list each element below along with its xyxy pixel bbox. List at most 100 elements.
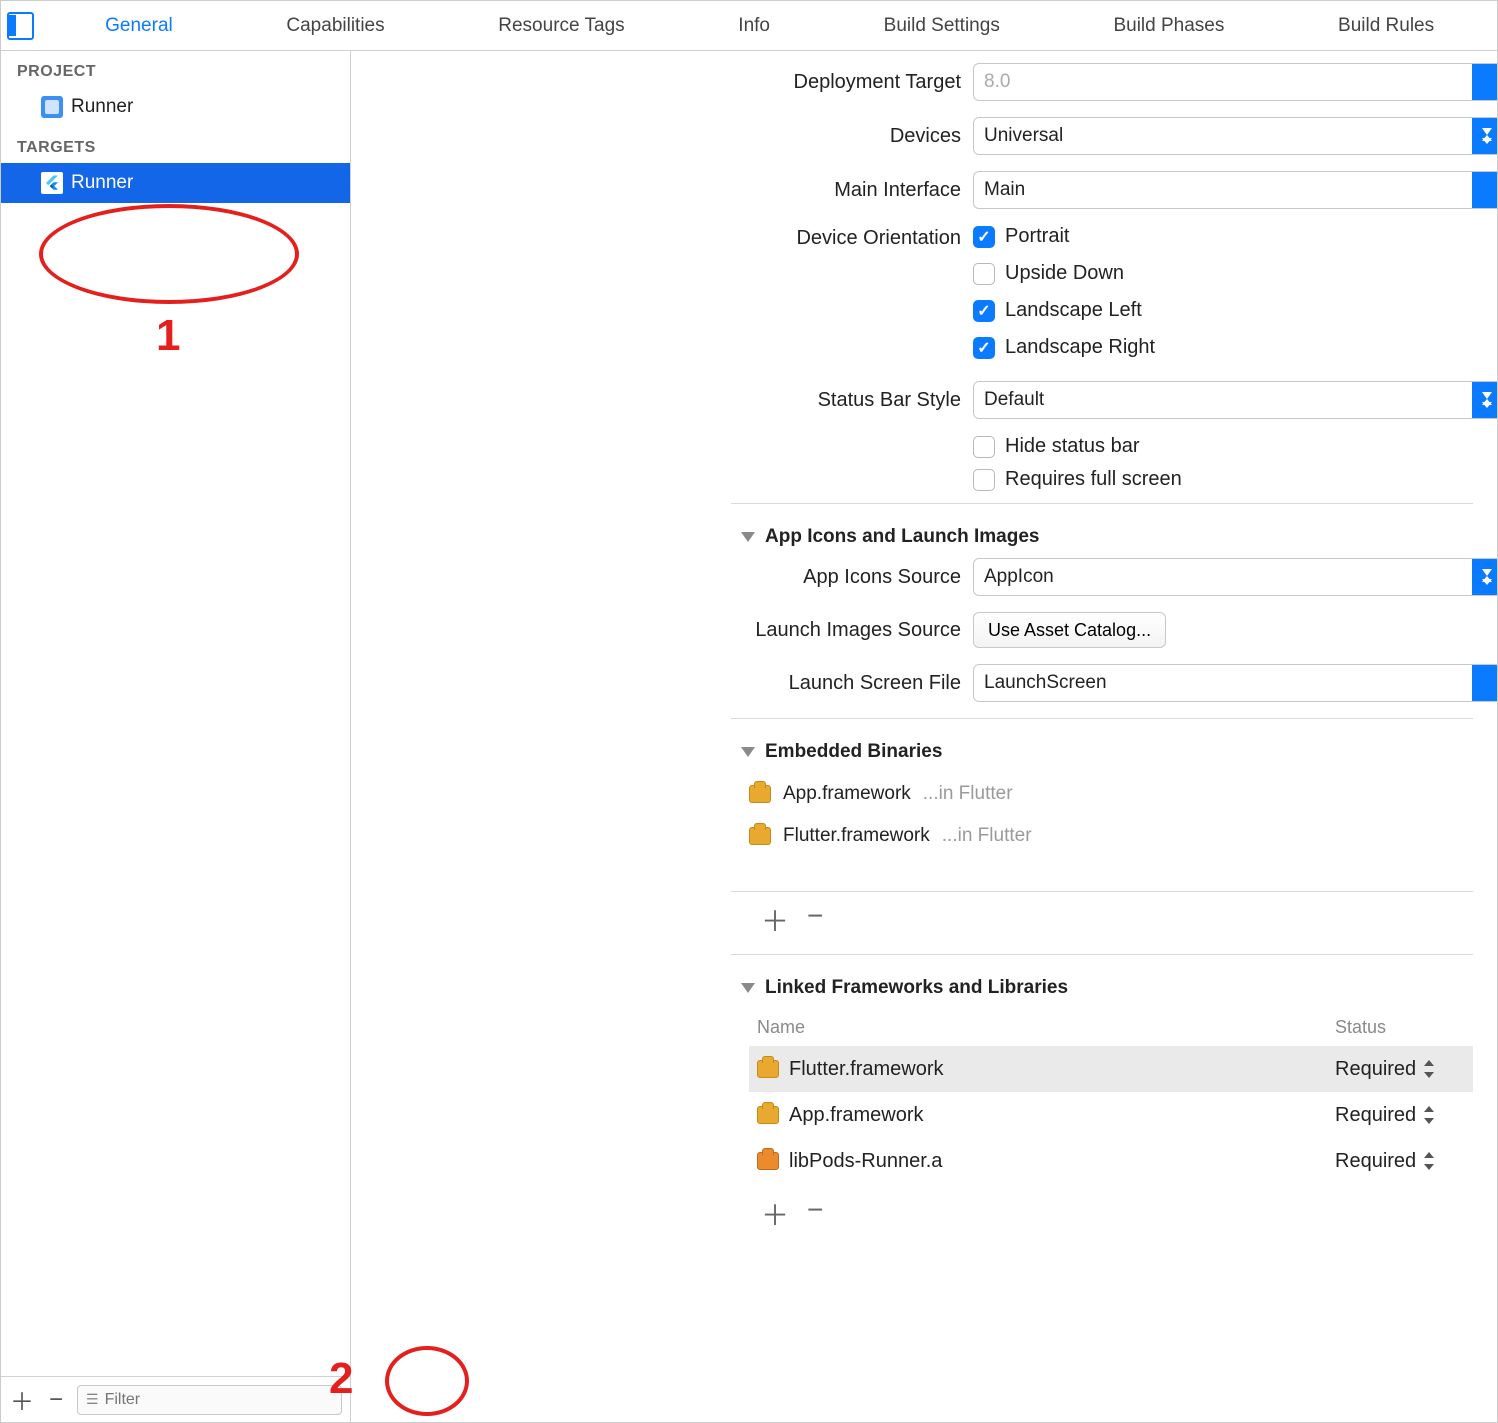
tab-capabilities[interactable]: Capabilities <box>270 1 400 51</box>
select-devices[interactable]: Universal <box>973 117 1497 155</box>
updown-icon[interactable] <box>1422 1152 1436 1170</box>
value-app-icons-source: AppIcon <box>984 566 1054 588</box>
section-title-icons: App Icons and Launch Images <box>765 526 1040 548</box>
framework-meta: ...in Flutter <box>923 783 1013 805</box>
general-settings-pane: Deployment Target 8.0 Devices Universal … <box>351 51 1497 1422</box>
status-value[interactable]: Required <box>1335 1058 1416 1081</box>
label-statusbar: Status Bar Style <box>351 389 961 412</box>
table-row[interactable]: libPods-Runner.a Required <box>749 1138 1473 1184</box>
tab-resource-tags[interactable]: Resource Tags <box>482 1 640 51</box>
framework-icon <box>749 785 771 803</box>
label-main-interface: Main Interface <box>351 179 961 202</box>
filter-input[interactable] <box>105 1391 333 1409</box>
sidebar-target-runner[interactable]: Runner <box>1 163 350 203</box>
label-hide-status: Hide status bar <box>1005 435 1140 458</box>
tab-info[interactable]: Info <box>722 1 786 51</box>
add-embedded-button[interactable]: ＋ <box>761 900 789 940</box>
table-row[interactable]: App.framework Required <box>749 1092 1473 1138</box>
field-main-interface[interactable]: Main <box>973 171 1497 209</box>
label-orientation: Device Orientation <box>351 225 961 250</box>
xcode-project-icon <box>41 96 63 118</box>
filter-field[interactable]: ☰ <box>77 1385 342 1415</box>
panel-toggle-icon[interactable] <box>7 12 34 40</box>
label-launch-screen-file: Launch Screen File <box>351 672 961 695</box>
label-upside-down: Upside Down <box>1005 262 1124 285</box>
add-target-button[interactable]: ＋ <box>9 1382 35 1417</box>
check-landscape-right[interactable] <box>973 337 995 359</box>
linked-frameworks-table: Name Status Flutter.framework Required A… <box>749 1009 1473 1184</box>
list-item[interactable]: App.framework ...in Flutter <box>749 773 1473 815</box>
framework-name: App.framework <box>789 1104 924 1127</box>
flutter-icon <box>41 172 63 194</box>
field-launch-screen-file[interactable]: LaunchScreen <box>973 664 1497 702</box>
disclose-icons-section[interactable] <box>741 532 755 542</box>
label-requires-fullscreen: Requires full screen <box>1005 468 1182 491</box>
check-requires-fullscreen[interactable] <box>973 469 995 491</box>
label-launch-images-source: Launch Images Source <box>351 619 961 642</box>
label-deploy-target: Deployment Target <box>351 71 961 94</box>
check-landscape-left[interactable] <box>973 300 995 322</box>
tab-general[interactable]: General <box>89 1 189 51</box>
sidebar-target-label: Runner <box>71 172 133 194</box>
library-icon <box>757 1152 779 1170</box>
tab-build-rules[interactable]: Build Rules <box>1322 1 1450 51</box>
label-devices: Devices <box>351 125 961 148</box>
list-item[interactable]: Flutter.framework ...in Flutter <box>749 815 1473 857</box>
disclose-embedded-section[interactable] <box>741 747 755 757</box>
field-deploy-target[interactable]: 8.0 <box>973 63 1497 101</box>
targets-sidebar: PROJECT Runner TARGETS Runner 1 ＋ − ☰ <box>1 51 351 1422</box>
chevron-down-icon[interactable] <box>1472 665 1497 701</box>
section-title-linked: Linked Frameworks and Libraries <box>765 977 1068 999</box>
chevron-down-icon[interactable] <box>1472 64 1497 100</box>
check-portrait[interactable] <box>973 226 995 248</box>
section-title-embedded: Embedded Binaries <box>765 741 942 763</box>
remove-linked-button[interactable]: − <box>807 1194 823 1234</box>
framework-name: App.framework <box>783 783 911 805</box>
framework-icon <box>757 1106 779 1124</box>
updown-icon[interactable] <box>1472 382 1497 418</box>
filter-icon: ☰ <box>86 1391 99 1408</box>
sidebar-project-label: Runner <box>71 96 133 118</box>
value-deploy-target: 8.0 <box>984 71 1010 93</box>
framework-icon <box>749 827 771 845</box>
sidebar-project-runner[interactable]: Runner <box>1 87 350 127</box>
value-launch-screen: LaunchScreen <box>984 672 1107 694</box>
updown-icon[interactable] <box>1472 118 1497 154</box>
value-statusbar: Default <box>984 389 1044 411</box>
annotation-circle-1 <box>39 204 299 304</box>
framework-name: Flutter.framework <box>783 825 930 847</box>
tab-build-settings[interactable]: Build Settings <box>868 1 1016 51</box>
sidebar-footer: ＋ − ☰ <box>1 1376 350 1422</box>
value-devices: Universal <box>984 125 1063 147</box>
tabs: General Capabilities Resource Tags Info … <box>48 1 1491 51</box>
framework-icon <box>757 1060 779 1078</box>
sidebar-section-targets: TARGETS <box>1 127 350 163</box>
updown-icon[interactable] <box>1472 559 1497 595</box>
check-hide-status[interactable] <box>973 436 995 458</box>
table-row[interactable]: Flutter.framework Required <box>749 1046 1473 1092</box>
label-landscape-left: Landscape Left <box>1005 299 1142 322</box>
chevron-down-icon[interactable] <box>1472 172 1497 208</box>
select-app-icons-source[interactable]: AppIcon <box>973 558 1497 596</box>
label-landscape-right: Landscape Right <box>1005 336 1155 359</box>
disclose-linked-section[interactable] <box>741 983 755 993</box>
updown-icon[interactable] <box>1422 1060 1436 1078</box>
framework-name: Flutter.framework <box>789 1058 943 1081</box>
status-value[interactable]: Required <box>1335 1104 1416 1127</box>
value-main-interface: Main <box>984 179 1025 201</box>
check-upside-down[interactable] <box>973 263 995 285</box>
select-statusbar[interactable]: Default <box>973 381 1497 419</box>
annotation-number-1: 1 <box>156 311 180 361</box>
tab-build-phases[interactable]: Build Phases <box>1097 1 1240 51</box>
framework-name: libPods-Runner.a <box>789 1150 942 1173</box>
add-linked-button[interactable]: ＋ <box>761 1194 789 1234</box>
remove-target-button[interactable]: − <box>43 1386 69 1414</box>
editor-tabbar: General Capabilities Resource Tags Info … <box>1 1 1497 51</box>
remove-embedded-button[interactable]: − <box>807 900 823 940</box>
sidebar-section-project: PROJECT <box>1 51 350 87</box>
updown-icon[interactable] <box>1422 1106 1436 1124</box>
col-header-name: Name <box>757 1017 1335 1038</box>
status-value[interactable]: Required <box>1335 1150 1416 1173</box>
framework-meta: ...in Flutter <box>942 825 1032 847</box>
btn-use-asset-catalog[interactable]: Use Asset Catalog... <box>973 612 1166 648</box>
